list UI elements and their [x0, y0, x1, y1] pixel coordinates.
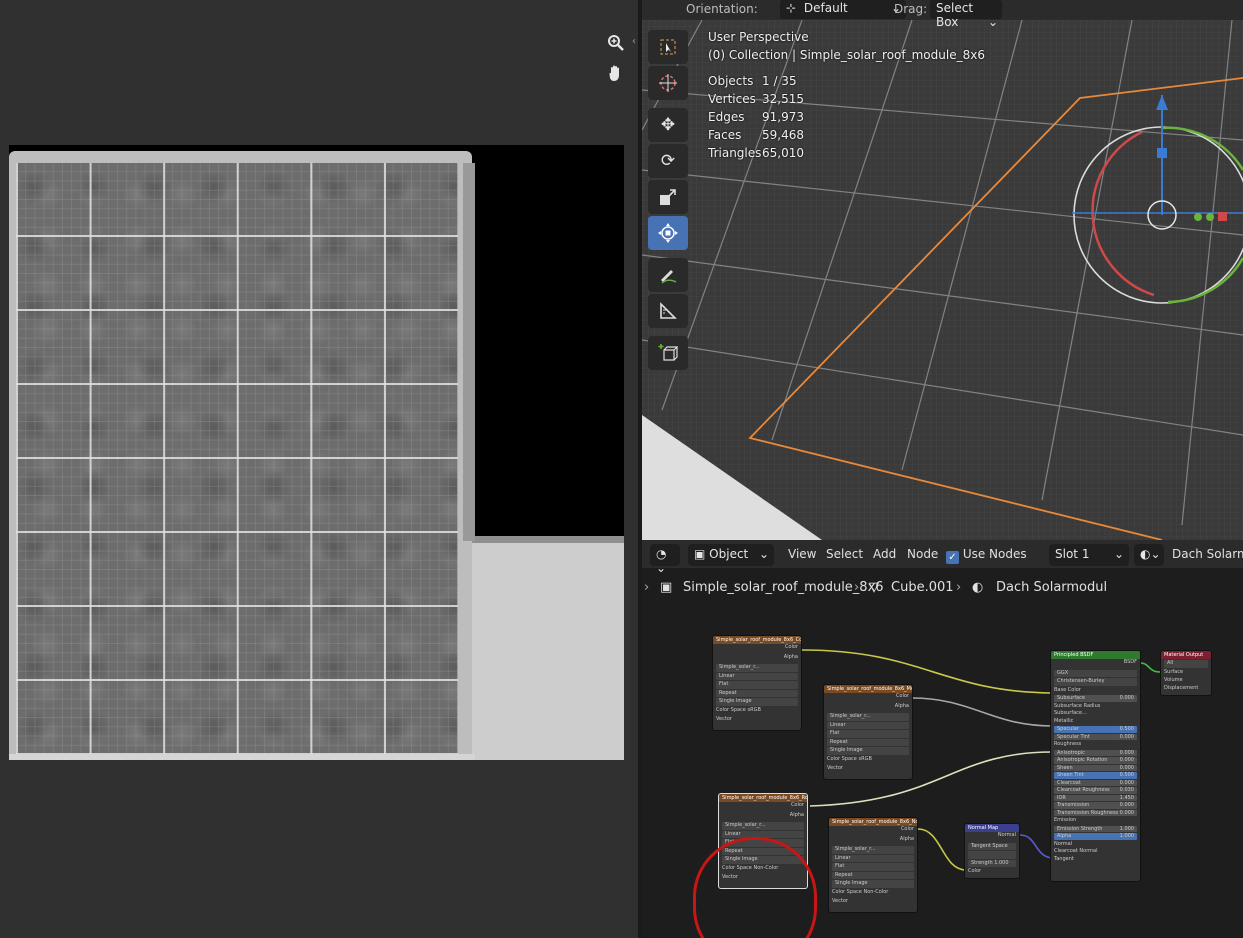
bsdf-input-row[interactable]: Anisotropic Rotation 0.000	[1054, 757, 1137, 764]
image-editor[interactable]: ‹	[0, 0, 638, 938]
material-output-node[interactable]: Material Output All Surface Volume Displ…	[1160, 650, 1212, 696]
image-texture-node-color[interactable]: Simple_solar_roof_module_8x6_Col Color A…	[712, 635, 802, 731]
bsdf-input-row[interactable]: Sheen 0.000	[1054, 764, 1137, 771]
material-name-field[interactable]: Dach Solarmo	[1172, 547, 1243, 561]
chevron-down-icon: ⌄	[987, 15, 998, 29]
tool-shelf: ✥ ⟳	[648, 30, 691, 372]
breadcrumb-material[interactable]: Dach Solarmodul	[996, 580, 1107, 595]
scale-icon[interactable]	[648, 180, 688, 214]
bsdf-input-row[interactable]: Normal	[1051, 841, 1140, 849]
orientation-dropdown[interactable]: ⊹ Default ⌄	[780, 0, 906, 19]
material-sphere-icon: ◐	[1140, 547, 1151, 561]
chevron-left-icon[interactable]: ‹	[632, 36, 636, 47]
menu-view[interactable]: View	[788, 547, 816, 561]
bsdf-input-row[interactable]: Clearcoat Normal	[1051, 848, 1140, 856]
bsdf-input-row[interactable]: Clearcoat Roughness 0.030	[1054, 787, 1137, 794]
chevron-down-icon: ⌄	[1113, 547, 1124, 561]
slot-dropdown[interactable]: Slot 1 ⌄	[1049, 544, 1129, 566]
menu-node[interactable]: Node	[907, 547, 938, 561]
image-canvas[interactable]	[9, 145, 624, 760]
object-mode-dropdown[interactable]: ▣ Object ⌄	[688, 544, 774, 566]
measure-icon[interactable]	[648, 294, 688, 328]
bsdf-input-row[interactable]: Alpha 1.000	[1054, 833, 1137, 840]
stat-vertices: Vertices 32,515	[708, 92, 804, 106]
collection-label: (0) Collection | Simple_solar_roof_modul…	[708, 48, 985, 62]
scene-statistics: Objects 1 / 35 Vertices 32,515 Edges 91,973…	[708, 74, 985, 164]
mesh-icon: ▽	[869, 580, 879, 595]
bsdf-input-row[interactable]: Tangent	[1051, 856, 1140, 864]
bsdf-input-row[interactable]: Clearcoat 0.000	[1054, 779, 1137, 786]
bsdf-input-row[interactable]: Specular Tint 0.000	[1054, 733, 1137, 740]
viewport-header: Orientation: ⊹ Default ⌄ Drag: Select Bo…	[642, 0, 1243, 29]
bsdf-input-row[interactable]: IOR 1.450	[1054, 794, 1137, 801]
use-nodes-checkbox[interactable]: ✓ Use Nodes	[946, 547, 1027, 564]
hand-icon[interactable]	[603, 60, 629, 86]
bsdf-input-row[interactable]: Subsurface...	[1051, 710, 1140, 718]
image-texture-node-metallic[interactable]: Simple_solar_roof_module_8x6_Met Color A…	[823, 684, 913, 780]
3d-viewport[interactable]: Orientation: ⊹ Default ⌄ Drag: Select Bo…	[642, 0, 1243, 540]
orientation-value: Default	[803, 1, 848, 15]
bsdf-input-row[interactable]: Subsurface Radius	[1051, 703, 1140, 711]
menu-select[interactable]: Select	[826, 547, 863, 561]
annotate-icon[interactable]	[648, 258, 688, 292]
image-texture-node-normal[interactable]: Simple_solar_roof_module_8x6_No Color Al…	[828, 817, 918, 913]
material-icon: ◐	[972, 580, 984, 595]
material-browse-button[interactable]: ◐⌄	[1134, 544, 1164, 566]
bsdf-input-row[interactable]: Transmission 0.000	[1054, 802, 1137, 809]
bsdf-input-row[interactable]: Anisotropic 0.000	[1054, 749, 1137, 756]
object-icon: ▣	[660, 580, 673, 595]
stat-triangles: Triangles 65,010	[708, 146, 804, 160]
node-editor-icon: ◔	[656, 547, 667, 561]
rotate-icon[interactable]: ⟳	[648, 144, 688, 178]
stat-faces: Faces 59,468	[708, 128, 804, 142]
drag-label: Drag:	[894, 2, 928, 16]
check-icon: ✓	[946, 551, 959, 564]
editor-type-dropdown[interactable]: ◔ ⌄	[650, 544, 680, 575]
chevron-right-icon: ›	[854, 580, 860, 595]
select-box-icon[interactable]	[648, 30, 688, 64]
bsdf-input-row[interactable]: Roughness	[1051, 741, 1140, 749]
principled-bsdf-node[interactable]: Principled BSDF BSDF GGX Christensen-Bur…	[1050, 650, 1141, 882]
orientation-icon: ⊹	[786, 1, 797, 15]
stat-edges: Edges 91,973	[708, 110, 804, 124]
object-icon: ▣	[694, 547, 706, 561]
bsdf-input-row[interactable]: Metallic	[1051, 718, 1140, 726]
cursor-icon[interactable]	[648, 66, 688, 100]
texture-gray-area	[470, 543, 624, 760]
solar-panel-cells-texture	[16, 163, 458, 755]
stat-objects: Objects 1 / 35	[708, 74, 797, 88]
normal-map-node[interactable]: Normal Map Normal Tangent Space Strength…	[964, 823, 1020, 879]
node-canvas[interactable]: Simple_solar_roof_module_8x6_Col Color A…	[642, 602, 1243, 938]
breadcrumb-mesh[interactable]: Cube.001	[891, 580, 954, 595]
blender-window: ‹ Orientation: ⊹ Default ⌄ Drag: Select …	[0, 0, 1243, 938]
orientation-label: Orientation:	[686, 2, 758, 16]
bsdf-input-row[interactable]: Specular 0.500	[1054, 726, 1137, 733]
menu-add[interactable]: Add	[873, 547, 896, 561]
bsdf-input-row[interactable]: Sheen Tint 0.500	[1054, 772, 1137, 779]
bsdf-input-row[interactable]: Subsurface 0.000	[1054, 695, 1137, 702]
zoom-icon[interactable]	[603, 30, 629, 56]
viewport-stats-overlay: User Perspective (0) Collection | Simple…	[708, 30, 985, 164]
bsdf-inputs: Base Color Subsurface 0.000 Subsurface Radi…	[1051, 687, 1140, 864]
bsdf-input-row[interactable]: Emission	[1051, 817, 1140, 825]
bsdf-input-row[interactable]: Transmission Roughness 0.000	[1054, 809, 1137, 816]
drag-dropdown[interactable]: Select Box ⌄	[930, 0, 1002, 29]
chevron-down-icon: ⌄	[758, 547, 769, 561]
chevron-right-icon: ›	[956, 580, 962, 595]
transform-icon[interactable]	[648, 216, 688, 250]
view-name: User Perspective	[708, 30, 809, 44]
bsdf-input-row[interactable]: Emission Strength 1.000	[1054, 825, 1137, 832]
solar-panel-frame-bottom	[9, 754, 475, 760]
move-icon[interactable]: ✥	[648, 108, 688, 142]
shader-node-editor[interactable]: ◔ ⌄ ▣ Object ⌄ View Select Add Node ✓ Us…	[642, 542, 1243, 938]
bsdf-input-row[interactable]: Base Color	[1051, 687, 1140, 695]
node-editor-header: ◔ ⌄ ▣ Object ⌄ View Select Add Node ✓ Us…	[642, 542, 1243, 575]
chevron-right-icon: ›	[644, 580, 650, 595]
add-cube-icon[interactable]	[648, 336, 688, 370]
solar-panel-frame-edge	[463, 163, 475, 541]
